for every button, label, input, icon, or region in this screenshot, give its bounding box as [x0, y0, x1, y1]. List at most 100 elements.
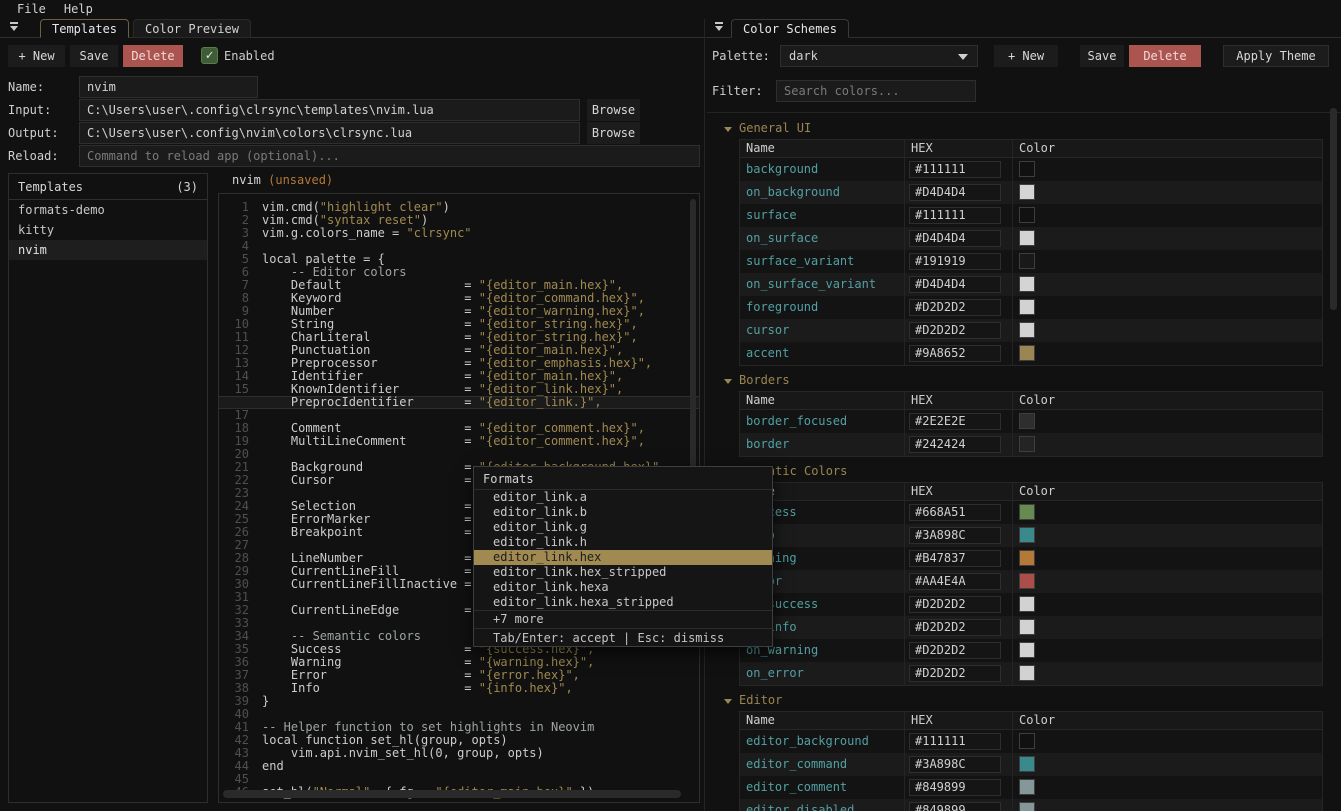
template-item-kitty[interactable]: kitty	[9, 220, 207, 240]
color-swatch[interactable]	[1019, 276, 1035, 292]
delete-template-button[interactable]: Delete	[123, 45, 183, 67]
hex-input[interactable]: #3A898C	[909, 756, 1001, 773]
color-swatch[interactable]	[1019, 207, 1035, 223]
color-swatch[interactable]	[1019, 184, 1035, 200]
menu-item-help[interactable]: Help	[55, 0, 102, 19]
save-template-button[interactable]: Save	[70, 45, 118, 67]
color-swatch[interactable]	[1019, 665, 1035, 681]
hex-input[interactable]: #2E2E2E	[909, 413, 1001, 430]
hex-input[interactable]: #849899	[909, 779, 1001, 796]
tab-color-schemes[interactable]: Color Schemes	[731, 19, 849, 38]
section-collapse-icon[interactable]	[724, 379, 732, 384]
color-cell	[1012, 639, 1322, 662]
color-swatch[interactable]	[1019, 756, 1035, 772]
color-swatch[interactable]	[1019, 733, 1035, 749]
hex-input[interactable]: #D2D2D2	[909, 596, 1001, 613]
template-item-formats-demo[interactable]: formats-demo	[9, 200, 207, 220]
color-swatch[interactable]	[1019, 802, 1035, 811]
autocomplete-item[interactable]: editor_link.b	[474, 505, 772, 520]
hex-input[interactable]: #B47837	[909, 550, 1001, 567]
hex-input[interactable]: #111111	[909, 161, 1001, 178]
color-cell	[1012, 593, 1322, 616]
hex-input[interactable]: #9A8652	[909, 345, 1001, 362]
color-swatch[interactable]	[1019, 322, 1035, 338]
color-cell	[1012, 410, 1322, 433]
table-row: on_background#D4D4D4	[740, 181, 1322, 204]
autocomplete-item[interactable]: editor_link.hexa_stripped	[474, 595, 772, 610]
hex-input[interactable]: #111111	[909, 207, 1001, 224]
collapse-panel-icon[interactable]	[8, 21, 20, 33]
color-swatch[interactable]	[1019, 299, 1035, 315]
palette-select[interactable]: dark	[780, 45, 978, 67]
hex-input[interactable]: #111111	[909, 733, 1001, 750]
section-collapse-icon[interactable]	[724, 127, 732, 132]
name-input[interactable]: nvim	[79, 76, 258, 98]
color-swatch[interactable]	[1019, 253, 1035, 269]
collapse-panel-icon[interactable]	[713, 21, 725, 33]
color-swatch[interactable]	[1019, 573, 1035, 589]
right-panel-scrollbar[interactable]	[1330, 108, 1337, 310]
color-swatch[interactable]	[1019, 550, 1035, 566]
section-collapse-icon[interactable]	[724, 699, 732, 704]
save-palette-button[interactable]: Save	[1080, 45, 1124, 67]
section-header-general-ui[interactable]: General UI	[724, 122, 1329, 135]
hex-input[interactable]: #D2D2D2	[909, 642, 1001, 659]
color-swatch[interactable]	[1019, 413, 1035, 429]
color-swatch[interactable]	[1019, 436, 1035, 452]
browse-button[interactable]: Browse	[587, 122, 640, 144]
section-header-editor[interactable]: Editor	[724, 694, 1329, 707]
hex-input[interactable]: #668A51	[909, 504, 1001, 521]
color-swatch[interactable]	[1019, 504, 1035, 520]
hex-input[interactable]: #D2D2D2	[909, 299, 1001, 316]
hex-input[interactable]: #849899	[909, 802, 1001, 811]
color-table-header: NameHEXColor	[740, 140, 1322, 158]
hex-input[interactable]: #D4D4D4	[909, 276, 1001, 293]
section-header-semantic-colors[interactable]: Semantic Colors	[724, 465, 1329, 478]
tab-color-preview[interactable]: Color Preview	[133, 19, 251, 38]
color-swatch[interactable]	[1019, 345, 1035, 361]
output-input[interactable]: C:\Users\user\.config\nvim\colors\clrsyn…	[79, 122, 580, 144]
hex-input[interactable]: #242424	[909, 436, 1001, 453]
hex-input[interactable]: #AA4E4A	[909, 573, 1001, 590]
hex-input[interactable]: #3A898C	[909, 527, 1001, 544]
new-palette-button[interactable]: + New	[994, 45, 1058, 67]
hex-input[interactable]: #D2D2D2	[909, 665, 1001, 682]
autocomplete-item[interactable]: editor_link.g	[474, 520, 772, 535]
input-input[interactable]: C:\Users\user\.config\clrsync\templates\…	[79, 99, 580, 121]
hex-input[interactable]: #D2D2D2	[909, 322, 1001, 339]
autocomplete-item[interactable]: editor_link.a	[474, 490, 772, 505]
new-template-button[interactable]: + New	[8, 45, 65, 67]
menu-item-file[interactable]: File	[8, 0, 55, 19]
browse-button[interactable]: Browse	[587, 99, 640, 121]
autocomplete-item[interactable]: editor_link.hex_stripped	[474, 565, 772, 580]
color-swatch[interactable]	[1019, 596, 1035, 612]
delete-palette-button[interactable]: Delete	[1129, 45, 1201, 67]
template-item-nvim[interactable]: nvim	[9, 240, 207, 260]
color-swatch[interactable]	[1019, 230, 1035, 246]
color-swatch[interactable]	[1019, 161, 1035, 177]
hex-input[interactable]: #D4D4D4	[909, 230, 1001, 247]
color-swatch[interactable]	[1019, 779, 1035, 795]
apply-theme-button[interactable]: Apply Theme	[1223, 45, 1329, 67]
color-swatch[interactable]	[1019, 527, 1035, 543]
reload-input[interactable]: Command to reload app (optional)...	[79, 145, 700, 167]
hex-input[interactable]: #191919	[909, 253, 1001, 270]
hex-cell: #B47837	[904, 547, 1012, 570]
editor-horizontal-scrollbar[interactable]	[223, 790, 681, 798]
hex-input[interactable]: #D2D2D2	[909, 619, 1001, 636]
left-tab-strip: TemplatesColor Preview	[0, 18, 704, 38]
color-swatch[interactable]	[1019, 642, 1035, 658]
color-swatch[interactable]	[1019, 619, 1035, 635]
tab-templates[interactable]: Templates	[40, 19, 129, 38]
table-row: surface_variant#191919	[740, 250, 1322, 273]
autocomplete-item-selected[interactable]: editor_link.hex	[474, 550, 772, 565]
section-header-borders[interactable]: Borders	[724, 374, 1329, 387]
autocomplete-popup-title: Formats	[474, 470, 772, 490]
autocomplete-more-item[interactable]: +7 more	[474, 610, 772, 628]
autocomplete-item[interactable]: editor_link.h	[474, 535, 772, 550]
autocomplete-item[interactable]: editor_link.hexa	[474, 580, 772, 595]
enabled-checkbox[interactable]: ✓	[201, 47, 218, 64]
hex-input[interactable]: #D4D4D4	[909, 184, 1001, 201]
color-filter-input[interactable]: Search colors...	[776, 80, 976, 102]
hex-cell: #3A898C	[904, 524, 1012, 547]
